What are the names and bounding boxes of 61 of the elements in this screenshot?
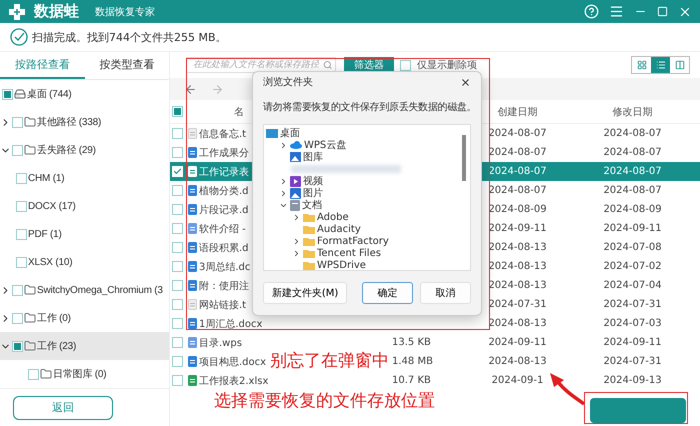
- tree-label: SwitchyOmega_Chromium (3: [37, 284, 163, 296]
- created-date: 2024-08-13: [487, 318, 548, 329]
- tree-label: DOCX (17): [28, 200, 76, 212]
- modified-date: 2024-09-13: [602, 375, 663, 386]
- app-subtitle: 数据恢复专家: [95, 6, 155, 18]
- created-date: 2024-08-13: [487, 261, 548, 272]
- folder-label: 视频: [303, 174, 323, 188]
- tree-label: PDF (1): [28, 228, 62, 240]
- created-date: 2024-07-31: [487, 299, 548, 310]
- dialog-message: 请勿将需要恢复的文件保存到原丢失数据的磁盘。: [263, 100, 476, 115]
- folder-label: FormatFactory: [317, 236, 389, 246]
- modified-date: 2024-08-07: [602, 128, 663, 139]
- modified-date: 2024-08-07: [602, 147, 663, 158]
- folder-label: Audacity: [317, 224, 361, 234]
- file-size: 13.5 KB: [392, 337, 432, 348]
- folder-label: 图库: [303, 150, 323, 164]
- folder-label: WPSDrive: [317, 260, 366, 270]
- folder-label: 桌面: [280, 126, 300, 140]
- created-date: 2024-08-09: [487, 204, 548, 215]
- file-size: 10.7 KB: [392, 375, 432, 386]
- modified-date: 2024-09-11: [602, 337, 663, 348]
- tree-label: 丢失路径 (29): [37, 144, 96, 157]
- tree-label: 日常图库 (0): [53, 368, 106, 381]
- tree-label: CHM (1): [28, 172, 64, 184]
- scan-status: 扫描完成。找到744个文件共255 MB。: [32, 30, 227, 44]
- created-date: 2024-08-07: [487, 166, 548, 177]
- created-date: 2024-09-11: [487, 337, 548, 348]
- annotation-text: 选择需要恢复的文件存放位置: [214, 391, 435, 411]
- dialog-title: 浏览文件夹: [263, 76, 313, 89]
- modified-date: 2024-08-07: [602, 185, 663, 196]
- modified-date: 2024-07-02: [602, 261, 663, 272]
- folder-label: WPS云盘: [304, 139, 346, 152]
- created-date: 2024-08-07: [487, 128, 548, 139]
- file-size: 1.48 MB: [392, 356, 434, 367]
- modified-date: 2024-09-11: [602, 223, 663, 234]
- folder-label: Tencent Files: [317, 248, 381, 258]
- created-date: 2024-08-13: [487, 280, 548, 291]
- tree-label: 工作 (23): [37, 340, 76, 353]
- folder-label: Adobe: [317, 212, 349, 222]
- modified-date: 2024-07-08: [602, 242, 663, 253]
- tree-label: 工作 (0): [37, 312, 71, 325]
- tree-label: 桌面 (744): [27, 88, 72, 101]
- deleted-only-label: 仅显示删除项: [417, 59, 477, 72]
- created-date: 2024-08-13: [487, 356, 548, 367]
- created-date: 2024-09-11: [487, 223, 548, 234]
- created-date: 2024-09-1: [490, 375, 544, 386]
- tree-label: XLSX (10): [28, 256, 72, 268]
- folder-label: 图片: [303, 186, 323, 200]
- created-date: 2024-08-13: [487, 242, 548, 253]
- modified-date: 2024-08-09: [602, 204, 663, 215]
- created-date: 2024-08-07: [487, 185, 548, 196]
- modified-date: 2024-07-04: [602, 280, 663, 291]
- modified-date: 2024-07-31: [602, 356, 663, 367]
- created-date: 2024-08-07: [487, 147, 548, 158]
- tree-label: 其他路径 (338): [37, 116, 102, 129]
- modified-date: 2024-07-31: [602, 299, 663, 310]
- modified-date: 2024-08-07: [602, 166, 663, 177]
- modified-date: 2024-07-03: [602, 318, 663, 329]
- annotation-text: 别忘了在弹窗中: [270, 351, 389, 371]
- folder-label: 文档: [302, 198, 322, 212]
- app-name: 数据蛙: [34, 2, 79, 21]
